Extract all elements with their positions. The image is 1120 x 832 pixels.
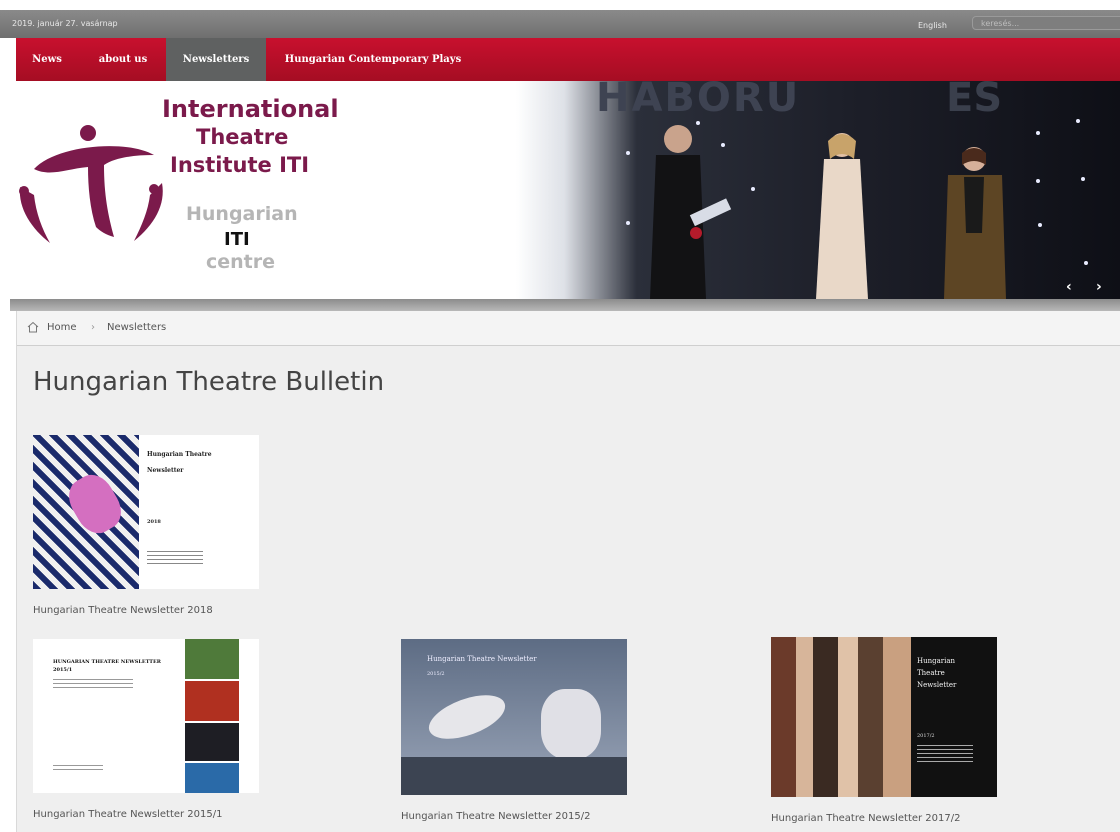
cover-title-3: Newsletter — [917, 681, 957, 689]
newsletter-card-2018[interactable]: Hungarian Theatre Newsletter 2018 Hungar… — [33, 435, 259, 625]
breadcrumb-separator-icon: › — [91, 322, 95, 333]
backdrop-text-2: ÉS — [946, 81, 1003, 121]
newsletter-cover-2015-2[interactable]: Hungarian Theatre Newsletter 2015/2 — [401, 639, 627, 795]
slider-prev-arrow-icon[interactable]: ‹ — [1066, 279, 1072, 295]
cover-fine-print — [147, 551, 203, 567]
newsletter-card-2015-1[interactable]: HUNGARIAN THEATRE NEWSLETTER 2015/1 Hung… — [33, 639, 259, 829]
page-title: Hungarian Theatre Bulletin — [33, 367, 385, 397]
cover-dancer-left — [423, 686, 511, 748]
cover-photo-1 — [185, 639, 239, 679]
logo-text-international: International — [162, 95, 339, 123]
stage-light — [1081, 177, 1085, 181]
backdrop-text: HÁBORÚ — [596, 81, 801, 121]
logo-text-centre: centre — [206, 251, 276, 273]
cover-title: Hungarian Theatre Newsletter — [427, 655, 537, 663]
cover-portrait-collage — [771, 637, 911, 797]
newsletter-cover-2017-2[interactable]: Hungarian Theatre Newsletter 2017/2 — [771, 637, 997, 797]
current-date: 2019. január 27. vasárnap — [12, 19, 118, 28]
logo-text-institute: Institute ITI — [170, 153, 310, 177]
stage-light — [1084, 261, 1088, 265]
cover-photo-4 — [185, 763, 239, 793]
language-link-english[interactable]: English — [918, 21, 947, 30]
cover-issue: 2015/2 — [427, 671, 445, 677]
cover-title: HUNGARIAN THEATRE NEWSLETTER — [53, 659, 161, 665]
newsletter-caption-2018[interactable]: Hungarian Theatre Newsletter 2018 — [33, 605, 213, 616]
cover-fine-print — [53, 765, 103, 773]
nav-item-news[interactable]: News — [16, 38, 78, 81]
main-nav: News about us Newsletters Hungarian Cont… — [16, 38, 1120, 81]
nav-item-about-us[interactable]: about us — [86, 38, 160, 81]
cover-title-2: Theatre — [917, 669, 945, 677]
stage-light — [751, 187, 755, 191]
cover-issue: 2017/2 — [917, 733, 935, 739]
cover-fine-print — [53, 679, 133, 689]
search-input[interactable] — [972, 16, 1120, 30]
top-bar: 2019. január 27. vasárnap English — [0, 10, 1120, 38]
newsletter-caption-2015-2[interactable]: Hungarian Theatre Newsletter 2015/2 — [401, 811, 591, 822]
newsletter-card-2017-2[interactable]: Hungarian Theatre Newsletter 2017/2 Hung… — [771, 637, 997, 831]
cover-title-1: Hungarian Theatre — [147, 451, 212, 458]
stage-light — [1036, 131, 1040, 135]
breadcrumb-current: Newsletters — [107, 322, 167, 333]
header-banner: International Theatre Institute ITI Hung… — [16, 81, 1120, 299]
breadcrumb-home-link[interactable]: Home — [47, 322, 77, 333]
logo-text-iti: ITI — [224, 229, 250, 250]
woman-white-dress-figure — [816, 133, 868, 299]
stage-light — [626, 151, 630, 155]
breadcrumb: Home › Newsletters — [17, 311, 1120, 346]
cover-fine-print — [917, 745, 973, 763]
newsletter-card-2015-2[interactable]: Hungarian Theatre Newsletter 2015/2 Hung… — [401, 639, 627, 829]
newsletter-cover-2015-1[interactable]: HUNGARIAN THEATRE NEWSLETTER 2015/1 — [33, 639, 259, 793]
cover-issue: 2015/1 — [53, 667, 73, 673]
stage-light — [1036, 179, 1040, 183]
newsletter-caption-2017-2[interactable]: Hungarian Theatre Newsletter 2017/2 — [771, 813, 961, 824]
newsletter-cover-2018[interactable]: Hungarian Theatre Newsletter 2018 — [33, 435, 259, 589]
cover-title-2: Newsletter — [147, 467, 184, 474]
iti-logo-icon — [19, 125, 163, 243]
newsletter-caption-2015-1[interactable]: Hungarian Theatre Newsletter 2015/1 — [33, 809, 223, 820]
logo-text-hungarian: Hungarian — [186, 203, 298, 225]
banner-photo: HÁBORÚ ÉS ‹ › — [516, 81, 1120, 299]
main-content: Home › Newsletters Hungarian Theatre Bul… — [16, 311, 1120, 832]
slider-next-arrow-icon[interactable]: › — [1096, 279, 1102, 295]
cover-floor — [401, 757, 627, 795]
header-divider — [10, 299, 1120, 311]
logo-text-theatre: Theatre — [196, 125, 289, 149]
cover-year: 2018 — [147, 519, 161, 525]
cover-title-1: Hungarian — [917, 657, 956, 665]
logo-area[interactable]: International Theatre Institute ITI Hung… — [16, 81, 576, 299]
stage-light — [1076, 119, 1080, 123]
woman-jacket-figure — [944, 147, 1006, 299]
stage-light — [1038, 223, 1042, 227]
nav-item-hungarian-contemporary-plays[interactable]: Hungarian Contemporary Plays — [278, 38, 468, 81]
nav-item-newsletters[interactable]: Newsletters — [166, 38, 266, 81]
cover-photo-2 — [185, 681, 239, 721]
presenter-figure — [650, 125, 732, 299]
home-icon[interactable] — [27, 321, 39, 333]
cover-dancer-right — [541, 689, 601, 759]
cover-photo-3 — [185, 723, 239, 761]
stage-light — [626, 221, 630, 225]
